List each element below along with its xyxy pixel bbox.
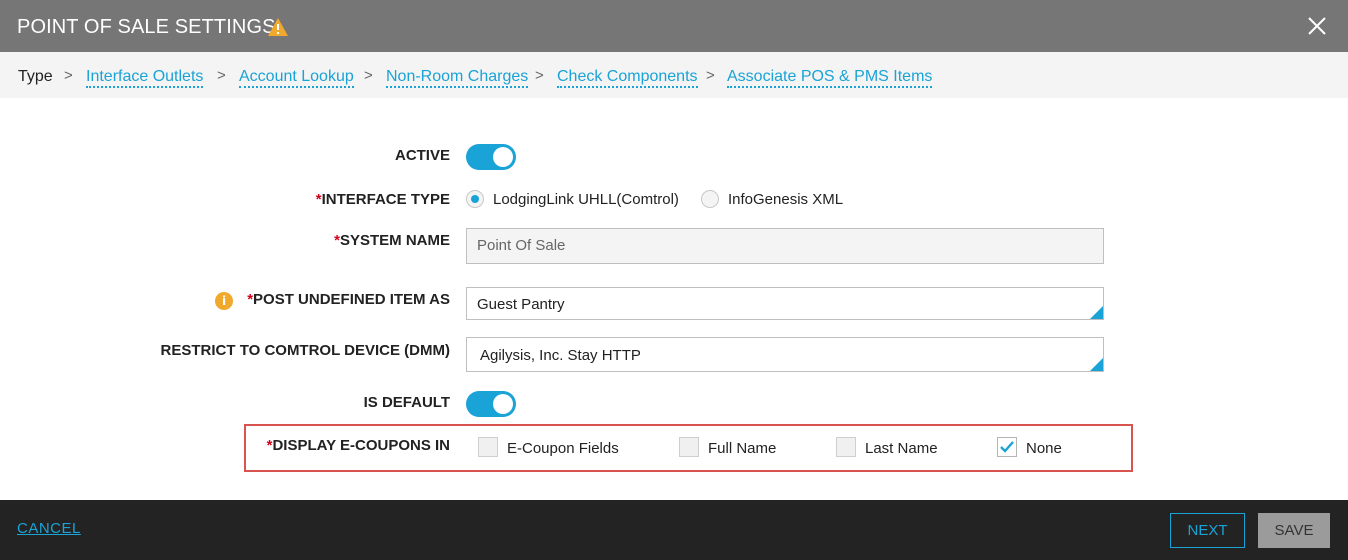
info-icon[interactable]: i xyxy=(215,292,233,310)
dialog-header: POINT OF SALE SETTINGS xyxy=(0,0,1348,52)
ecoupons-label-text: DISPLAY E-COUPONS IN xyxy=(272,437,450,454)
save-button[interactable]: SAVE xyxy=(1258,513,1330,548)
restrict-device-select[interactable]: Agilysis, Inc. Stay HTTP xyxy=(466,337,1104,372)
radio-lodginglink-label[interactable]: LodgingLink UHLL(Comtrol) xyxy=(493,191,679,208)
radio-infogenesis[interactable] xyxy=(701,190,719,208)
restrict-device-value: Agilysis, Inc. Stay HTTP xyxy=(480,347,641,364)
checkbox-last-name[interactable] xyxy=(836,437,856,457)
checkbox-full-name[interactable] xyxy=(679,437,699,457)
breadcrumb-item-account-lookup[interactable]: Account Lookup xyxy=(239,68,354,88)
toggle-knob xyxy=(493,147,513,167)
next-button[interactable]: NEXT xyxy=(1170,513,1245,548)
post-undefined-label: *POST UNDEFINED ITEM AS xyxy=(247,291,450,308)
breadcrumb-item-type: Type xyxy=(18,68,53,85)
restrict-device-label: RESTRICT TO COMTROL DEVICE (DMM) xyxy=(160,342,450,359)
breadcrumb-item-associate-pos-pms[interactable]: Associate POS & PMS Items xyxy=(727,68,933,88)
interface-type-label: *INTERFACE TYPE xyxy=(316,191,450,208)
post-undefined-select[interactable]: Guest Pantry xyxy=(466,287,1104,320)
active-toggle[interactable] xyxy=(466,144,516,170)
breadcrumb-item-non-room-charges[interactable]: Non-Room Charges xyxy=(386,68,529,88)
active-label: ACTIVE xyxy=(394,147,450,164)
cancel-button[interactable]: CANCEL xyxy=(17,520,81,537)
dropdown-corner-icon xyxy=(1090,306,1103,319)
radio-infogenesis-label[interactable]: InfoGenesis XML xyxy=(728,191,843,208)
checkbox-last-name-label[interactable]: Last Name xyxy=(865,440,938,457)
ecoupons-label: *DISPLAY E-COUPONS IN xyxy=(267,437,450,454)
is-default-toggle[interactable] xyxy=(466,391,516,417)
post-undefined-value: Guest Pantry xyxy=(477,296,565,313)
breadcrumb-separator: > xyxy=(706,67,715,84)
interface-type-label-text: INTERFACE TYPE xyxy=(321,191,450,208)
breadcrumb: Type > Interface Outlets > Account Looku… xyxy=(0,52,1348,98)
is-default-label: IS DEFAULT xyxy=(363,394,450,411)
breadcrumb-item-interface-outlets[interactable]: Interface Outlets xyxy=(86,68,204,88)
system-name-label: *SYSTEM NAME xyxy=(334,232,450,249)
breadcrumb-separator: > xyxy=(364,67,373,84)
checkbox-none-label[interactable]: None xyxy=(1026,440,1062,457)
dialog-footer: CANCEL NEXT SAVE xyxy=(0,500,1348,560)
system-name-label-text: SYSTEM NAME xyxy=(339,232,450,249)
dialog-title: POINT OF SALE SETTINGS xyxy=(17,16,276,38)
breadcrumb-separator: > xyxy=(64,67,73,84)
warning-triangle-icon xyxy=(268,18,288,36)
toggle-knob xyxy=(493,394,513,414)
system-name-input[interactable]: Point Of Sale xyxy=(466,228,1104,264)
post-undefined-label-text: POST UNDEFINED ITEM AS xyxy=(253,291,450,308)
breadcrumb-separator: > xyxy=(535,67,544,84)
breadcrumb-item-check-components[interactable]: Check Components xyxy=(557,68,698,88)
checkbox-full-name-label[interactable]: Full Name xyxy=(708,440,776,457)
dropdown-corner-icon xyxy=(1090,358,1103,371)
breadcrumb-separator: > xyxy=(217,67,226,84)
checkbox-ecoupon-fields-label[interactable]: E-Coupon Fields xyxy=(507,440,619,457)
checkbox-ecoupon-fields[interactable] xyxy=(478,437,498,457)
radio-lodginglink[interactable] xyxy=(466,190,484,208)
checkbox-none[interactable] xyxy=(997,437,1017,457)
close-icon[interactable] xyxy=(1306,15,1328,37)
checkmark-icon xyxy=(1000,441,1014,453)
